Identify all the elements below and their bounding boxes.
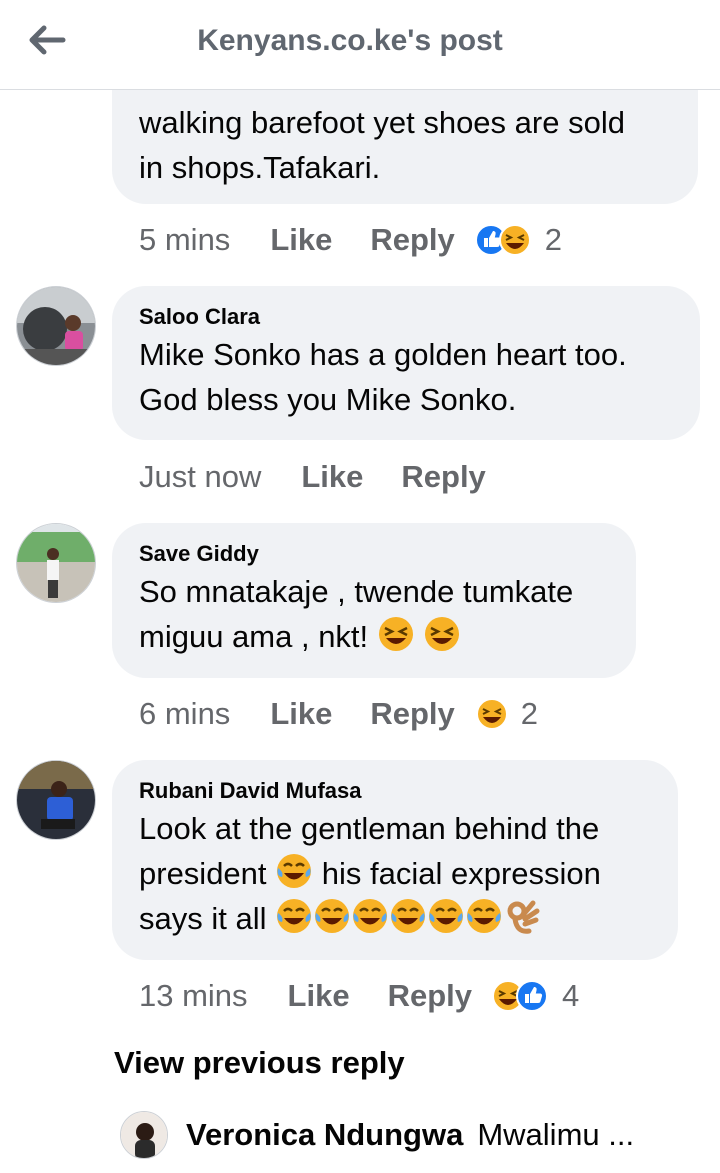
- comment-text-line: Mike Sonko has a golden heart too.: [139, 337, 627, 372]
- comment-meta: 13 mins Like Reply 4: [139, 976, 579, 1016]
- comment-author[interactable]: Save Giddy: [139, 539, 609, 569]
- comment-meta: 6 mins Like Reply 2: [139, 694, 538, 734]
- reply-author[interactable]: Veronica Ndungwa: [186, 1117, 463, 1153]
- reply-button[interactable]: Reply: [370, 222, 454, 258]
- haha-reaction-icon: [475, 698, 508, 730]
- tears-of-joy-emoji-icon: [391, 899, 426, 933]
- top-bar: Kenyans.co.ke's post: [0, 0, 720, 90]
- reaction-summary[interactable]: 4: [492, 978, 579, 1014]
- comment-meta: Just now Like Reply: [139, 457, 486, 497]
- comment-text-line: Look at the gentleman behind the: [139, 811, 600, 846]
- reaction-summary[interactable]: 2: [475, 696, 538, 732]
- squinting-laugh-emoji-icon: [425, 617, 460, 651]
- avatar[interactable]: [120, 1111, 168, 1159]
- comment-bubble: Rubani David Mufasa Look at the gentlema…: [112, 760, 678, 960]
- comment-bubble: Save Giddy So mnatakaje , twende tumkate…: [112, 523, 636, 678]
- like-button[interactable]: Like: [288, 978, 350, 1014]
- comment-time: Just now: [139, 459, 262, 494]
- comment-text-segment: his facial expression: [321, 856, 601, 891]
- tears-of-joy-emoji-icon: [429, 899, 464, 933]
- comment-meta: 5 mins Like Reply 2: [139, 220, 562, 260]
- view-previous-reply-link[interactable]: View previous reply: [114, 1045, 405, 1081]
- reply-preview[interactable]: Veronica Ndungwa Mwalimu ...: [120, 1110, 720, 1160]
- comment-text-line: God bless you Mike Sonko.: [139, 382, 517, 417]
- tears-of-joy-emoji-icon: [277, 899, 312, 933]
- comment-time: 13 mins: [139, 978, 248, 1013]
- avatar[interactable]: [16, 286, 96, 366]
- avatar[interactable]: [16, 760, 96, 840]
- tears-of-joy-emoji-icon: [353, 899, 388, 933]
- reply-button[interactable]: Reply: [401, 459, 485, 495]
- like-haha-reaction-icon: [474, 224, 531, 256]
- comment-text-line-2: president his facial expression: [139, 851, 651, 896]
- reaction-count: 2: [544, 222, 563, 257]
- comment-text-line: in shops.Tafakari.: [139, 150, 381, 185]
- like-button[interactable]: Like: [301, 459, 363, 495]
- comment-time: 5 mins: [139, 222, 231, 257]
- tears-of-joy-emoji-icon: [315, 899, 350, 933]
- comment-author[interactable]: Saloo Clara: [139, 302, 673, 332]
- reply-snippet: Mwalimu ...: [477, 1117, 635, 1152]
- reaction-count: 4: [562, 978, 580, 1013]
- tears-of-joy-emoji-icon: [277, 854, 312, 888]
- avatar[interactable]: [16, 523, 96, 603]
- comment-text-segment: president: [139, 856, 267, 891]
- comment-text-line-2: miguu ama , nkt!: [139, 614, 609, 659]
- tears-of-joy-emoji-icon: [467, 899, 502, 933]
- comment-time: 6 mins: [139, 696, 231, 731]
- squinting-laugh-emoji-icon: [378, 617, 413, 651]
- comment-bubble: Saloo Clara Mike Sonko has a golden hear…: [112, 286, 700, 440]
- reply-button[interactable]: Reply: [388, 978, 472, 1014]
- reaction-count: 2: [520, 696, 539, 731]
- comment-text-line: walking barefoot yet shoes are sold: [139, 105, 625, 140]
- reaction-summary[interactable]: 2: [474, 222, 563, 258]
- comment-author[interactable]: Rubani David Mufasa: [139, 776, 651, 806]
- comment-text-segment: miguu ama , nkt!: [139, 619, 369, 654]
- reply-button[interactable]: Reply: [370, 696, 454, 732]
- ok-hand-emoji-icon: [507, 900, 540, 934]
- like-button[interactable]: Like: [270, 696, 332, 732]
- page-title: Kenyans.co.ke's post: [197, 24, 503, 57]
- comment-text-line: So mnatakaje , twende tumkate: [139, 574, 574, 609]
- comment-text-line-3: says it all: [139, 896, 651, 941]
- haha-like-reaction-icon: [492, 980, 548, 1012]
- comment-text-segment: says it all: [139, 901, 267, 936]
- like-button[interactable]: Like: [270, 222, 332, 258]
- emoji-row: [275, 899, 541, 936]
